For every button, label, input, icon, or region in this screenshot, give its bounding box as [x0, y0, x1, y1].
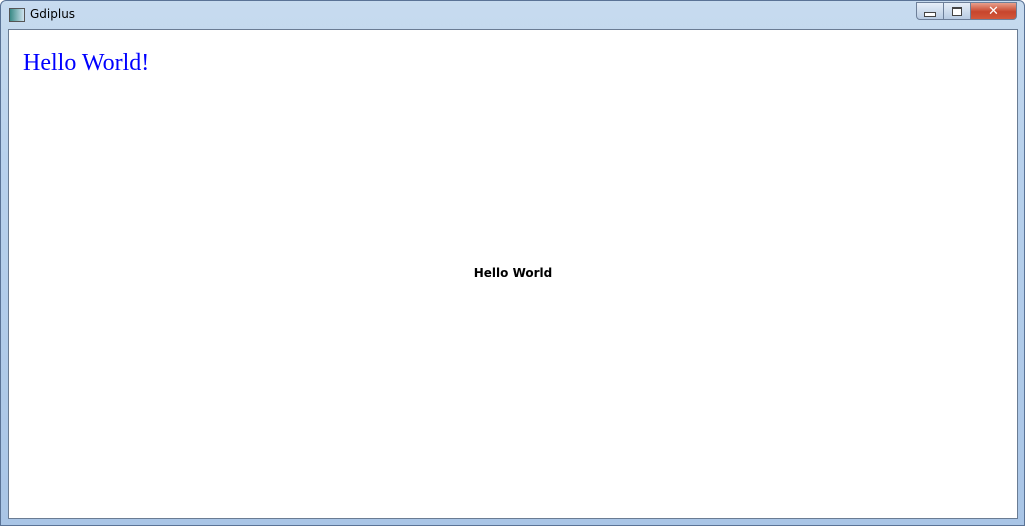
maximize-button[interactable] — [943, 2, 971, 20]
minimize-icon — [924, 11, 936, 17]
window-title: Gdiplus — [30, 7, 76, 21]
serif-hello-text: Hello World! — [23, 50, 150, 76]
maximize-icon — [952, 6, 962, 16]
close-button[interactable]: ✕ — [970, 2, 1017, 20]
close-icon: ✕ — [988, 3, 999, 19]
minimize-button[interactable] — [916, 2, 944, 20]
client-area: Hello World! Hello World — [8, 29, 1018, 519]
centered-hello-text: Hello World — [473, 266, 553, 280]
app-window-icon[interactable] — [9, 8, 25, 22]
title-bar[interactable]: Gdiplus ✕ — [1, 1, 1024, 30]
app-window: Gdiplus ✕ Hello World! Hello World — [0, 0, 1025, 526]
